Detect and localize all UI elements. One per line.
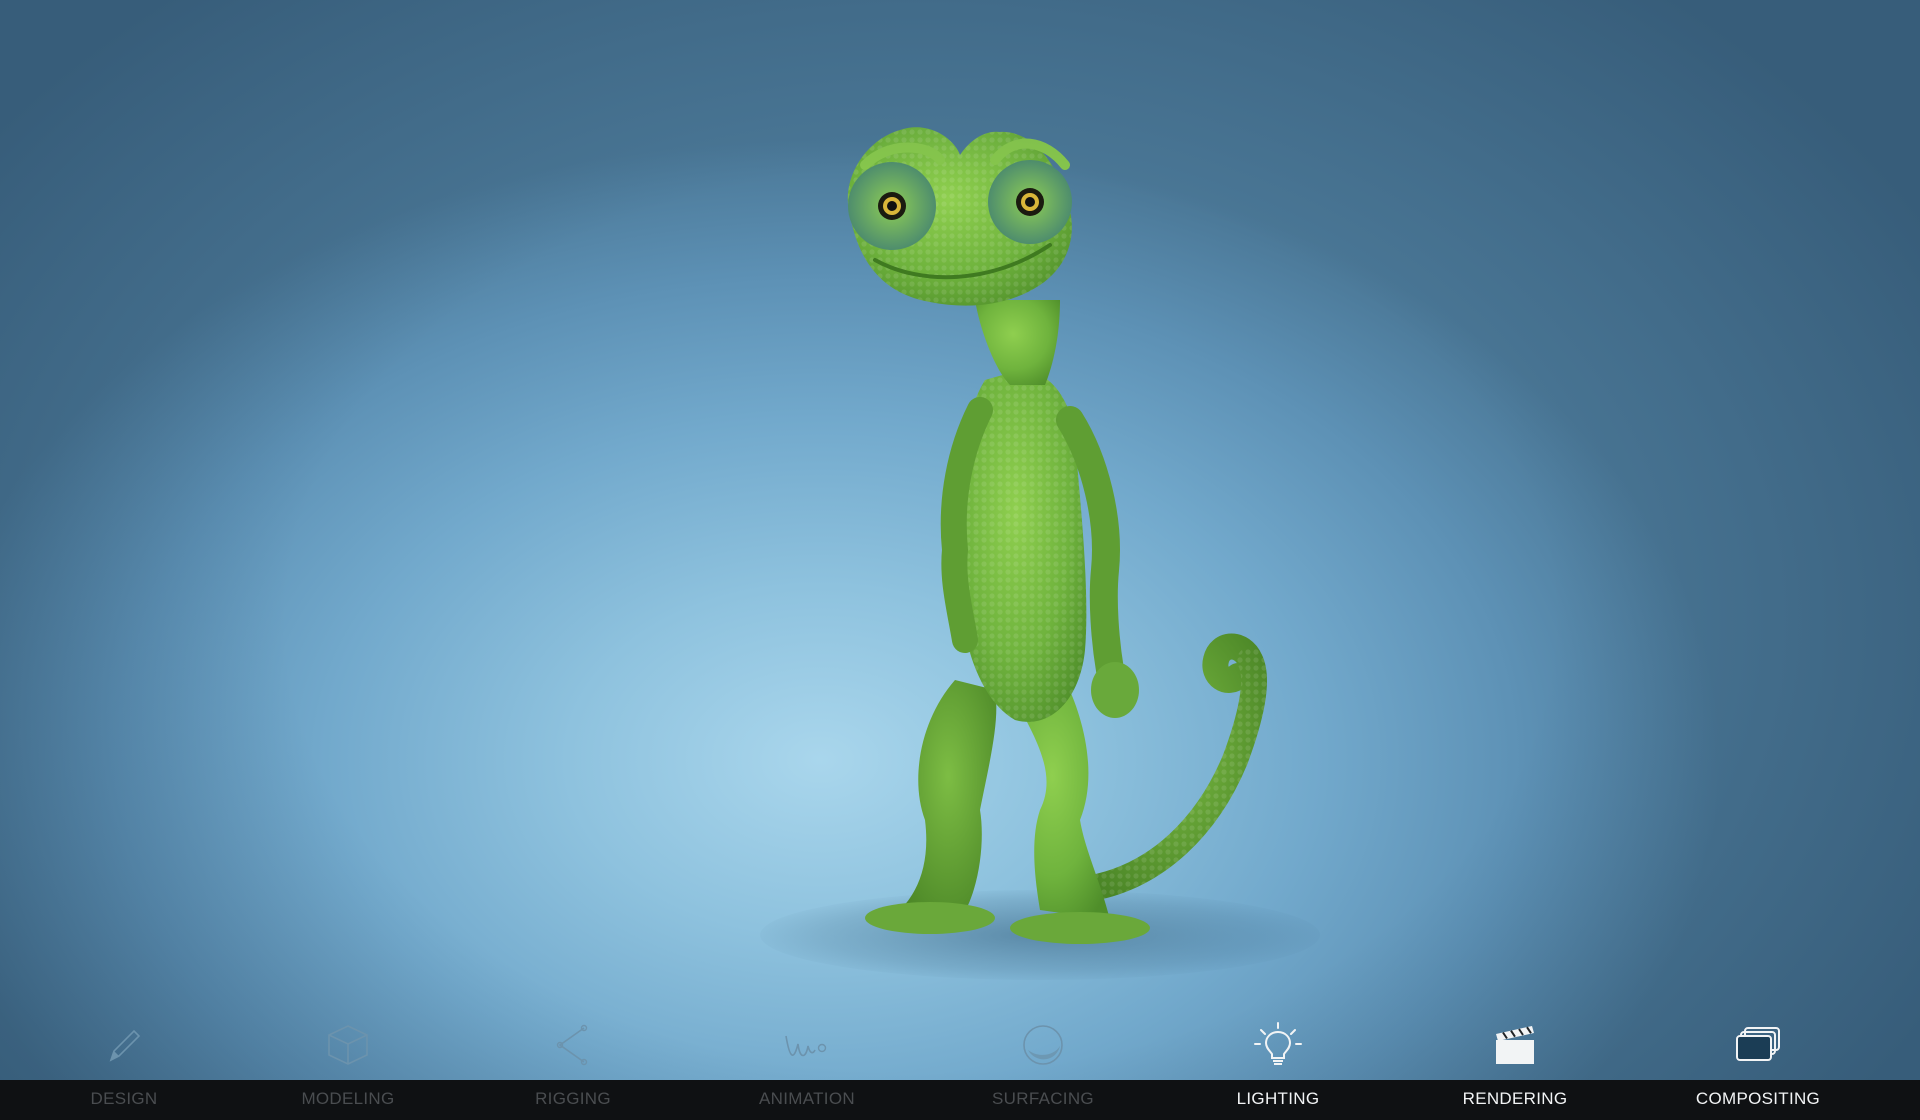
chameleon-character: [847, 127, 1268, 944]
tool-label: RENDERING: [1462, 1089, 1568, 1108]
tool-label: MODELING: [301, 1089, 395, 1108]
layers-icon: [1736, 1027, 1780, 1061]
tool-label: RIGGING: [535, 1089, 611, 1108]
pipeline-toolbar: DESIGN MODELING RIGGING ANIMATION SURFAC…: [0, 1010, 1920, 1120]
tool-label: COMPOSITING: [1695, 1089, 1821, 1108]
tool-label: ANIMATION: [759, 1089, 855, 1108]
tool-modeling[interactable]: MODELING: [248, 1010, 448, 1120]
motion-curve-icon: [785, 1035, 827, 1057]
tool-label: LIGHTING: [1236, 1089, 1320, 1108]
tool-rigging[interactable]: RIGGING: [473, 1010, 673, 1120]
tool-animation[interactable]: ANIMATION: [707, 1010, 907, 1120]
tool-surfacing[interactable]: SURFACING: [943, 1010, 1143, 1120]
tool-rendering[interactable]: RENDERING: [1415, 1010, 1615, 1120]
lightbulb-icon: [1254, 1022, 1302, 1065]
tool-design[interactable]: DESIGN: [24, 1010, 224, 1120]
tool-label: DESIGN: [90, 1089, 158, 1108]
cube-icon: [328, 1025, 368, 1065]
tool-lighting[interactable]: LIGHTING: [1178, 1010, 1378, 1120]
render-viewport: [0, 0, 1920, 1080]
pencil-icon: [109, 1029, 141, 1062]
rig-joint-icon: [556, 1024, 588, 1066]
tool-label: SURFACING: [992, 1089, 1094, 1108]
sphere-icon: [1023, 1025, 1063, 1065]
clapperboard-icon: [1496, 1026, 1534, 1064]
tool-compositing[interactable]: COMPOSITING: [1658, 1010, 1858, 1120]
